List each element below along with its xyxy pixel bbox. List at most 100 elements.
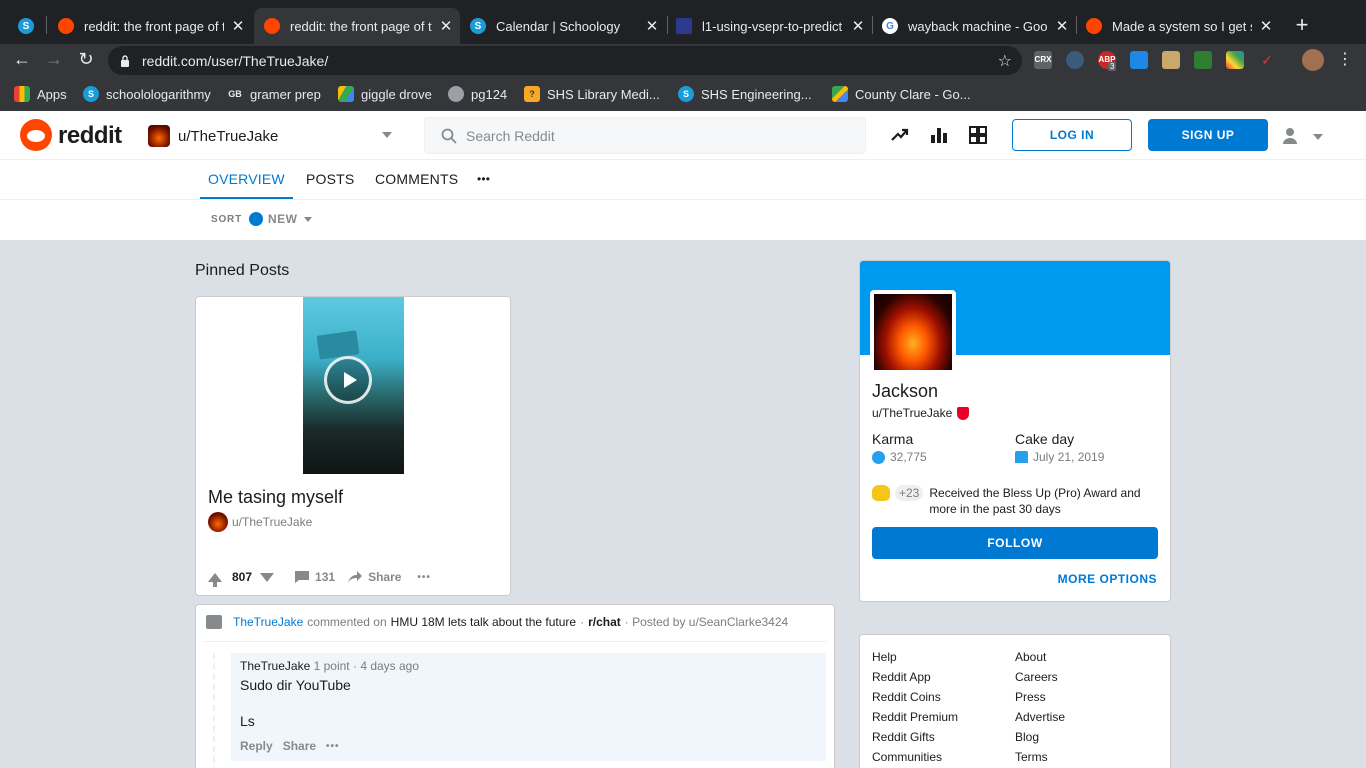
tab-comments[interactable]: COMMENTS: [375, 160, 458, 198]
link-about[interactable]: About: [1015, 650, 1046, 664]
share-button[interactable]: Share: [347, 570, 401, 584]
bookmark-apps[interactable]: Apps: [14, 86, 67, 102]
close-icon[interactable]: ✕: [1258, 17, 1274, 35]
bookmark-schoolologarithmy[interactable]: S schoolologarithmy: [83, 86, 211, 102]
thread-line[interactable]: [213, 653, 215, 768]
close-icon[interactable]: ✕: [1054, 17, 1070, 35]
awards-row[interactable]: +23 Received the Bless Up (Pro) Award an…: [872, 485, 1162, 517]
bookmark-giggle-drove[interactable]: giggle drove: [338, 86, 432, 102]
bookmark-label: gramer prep: [250, 86, 321, 102]
more-options-link[interactable]: MORE OPTIONS: [1058, 572, 1157, 586]
tab-pinned-schoology[interactable]: S: [8, 8, 48, 44]
link-careers[interactable]: Careers: [1015, 670, 1058, 684]
lock-icon: [121, 54, 129, 67]
owl-extension-icon[interactable]: [1066, 51, 1084, 69]
post-title[interactable]: Me tasing myself: [208, 487, 343, 508]
bookmark-pg124[interactable]: pg124: [448, 86, 507, 102]
address-bar[interactable]: reddit.com/user/TheTrueJake/ ☆: [108, 46, 1022, 75]
post-link[interactable]: HMU 18M lets talk about the future: [391, 615, 576, 629]
more-options-icon[interactable]: •••: [417, 572, 431, 583]
follow-button[interactable]: FOLLOW: [872, 527, 1158, 559]
close-icon[interactable]: ✕: [850, 17, 866, 35]
tab-reddit-active[interactable]: reddit: the front page of the ✕: [254, 8, 460, 44]
bookmark-shs-library[interactable]: ? SHS Library Medi...: [524, 86, 660, 102]
link-terms[interactable]: Terms: [1015, 750, 1048, 764]
tab-reddit-1[interactable]: reddit: the front page of the ✕: [48, 8, 252, 44]
leaderboard-icon[interactable]: [929, 125, 949, 145]
tab-posts[interactable]: POSTS: [306, 160, 354, 198]
profile-avatar-icon[interactable]: [1302, 49, 1324, 71]
tab-schoology-calendar[interactable]: S Calendar | Schoology ✕: [460, 8, 666, 44]
share-button[interactable]: Share: [283, 739, 316, 753]
upvote-icon[interactable]: [208, 572, 222, 582]
link-help[interactable]: Help: [872, 650, 897, 664]
comments-button[interactable]: 131: [294, 570, 335, 584]
globe-icon: [448, 86, 464, 102]
more-options-icon[interactable]: •••: [326, 741, 340, 752]
gb-icon: GB: [227, 86, 243, 102]
login-button[interactable]: LOG IN: [1012, 119, 1132, 151]
signup-button[interactable]: SIGN UP: [1148, 119, 1268, 151]
box-extension-icon[interactable]: [1162, 51, 1180, 69]
tab-vsepr[interactable]: l1-using-vsepr-to-predict ✕: [666, 8, 872, 44]
more-tabs-icon[interactable]: •••: [477, 160, 490, 198]
leaf-extension-icon[interactable]: [1194, 51, 1212, 69]
reply-button[interactable]: Reply: [240, 739, 273, 753]
bookmark-star-icon[interactable]: ☆: [998, 51, 1012, 71]
comment-icon: [206, 615, 222, 629]
commented-on-text: commented on: [307, 615, 387, 629]
post-author[interactable]: u/TheTrueJake: [208, 512, 312, 532]
link-reddit-gifts[interactable]: Reddit Gifts: [872, 730, 935, 744]
schoology-icon: S: [678, 86, 694, 102]
video-thumbnail[interactable]: [303, 297, 404, 474]
kebab-menu-icon[interactable]: ⋮: [1334, 49, 1356, 69]
close-icon[interactable]: ✕: [438, 17, 454, 35]
pencil-extension-icon[interactable]: [1130, 51, 1148, 69]
search-input[interactable]: [466, 127, 846, 144]
community-dropdown[interactable]: u/TheTrueJake: [148, 124, 398, 148]
comment-text-line: Ls: [240, 713, 255, 729]
link-communities[interactable]: Communities: [872, 750, 942, 764]
user-icon: [1283, 128, 1297, 144]
link-press[interactable]: Press: [1015, 690, 1046, 704]
bookmark-shs-engineering[interactable]: S SHS Engineering...: [678, 86, 812, 102]
trending-icon[interactable]: [890, 125, 910, 145]
play-icon[interactable]: [324, 356, 372, 404]
close-icon[interactable]: ✕: [230, 17, 246, 35]
bookmark-county-clare[interactable]: County Clare - Go...: [832, 86, 971, 102]
close-icon[interactable]: ✕: [644, 17, 660, 35]
comment-actions: Reply Share •••: [240, 739, 340, 753]
bookmark-gramer-prep[interactable]: GB gramer prep: [227, 86, 321, 102]
back-icon[interactable]: ←: [11, 49, 33, 70]
link-reddit-premium[interactable]: Reddit Premium: [872, 710, 958, 724]
downvote-icon[interactable]: [260, 572, 275, 582]
reddit-live-icon[interactable]: [968, 125, 988, 145]
award-text: Received the Bless Up (Pro) Award and mo…: [929, 486, 1141, 516]
subreddit-link[interactable]: r/chat: [588, 615, 621, 629]
color-extension-icon[interactable]: [1226, 51, 1244, 69]
profile-tabs: OVERVIEW POSTS COMMENTS •••: [0, 160, 1366, 200]
tab-reddit-system[interactable]: Made a system so I get s ✕: [1076, 8, 1280, 44]
link-advertise[interactable]: Advertise: [1015, 710, 1065, 724]
user-menu-dropdown[interactable]: [1280, 126, 1328, 146]
link-reddit-app[interactable]: Reddit App: [872, 670, 931, 684]
crx-extension-icon[interactable]: CRX: [1034, 51, 1052, 69]
sort-dropdown[interactable]: NEW: [249, 212, 312, 226]
chevron-down-icon: [303, 216, 312, 222]
link-blog[interactable]: Blog: [1015, 730, 1039, 744]
check-extension-icon[interactable]: ✓: [1258, 51, 1276, 69]
profile-username: u/TheTrueJake: [872, 406, 970, 420]
comment-author[interactable]: TheTrueJake: [240, 659, 310, 673]
commenter-link[interactable]: TheTrueJake: [233, 615, 303, 629]
link-reddit-coins[interactable]: Reddit Coins: [872, 690, 941, 704]
comment-body: TheTrueJake 1 point · 4 days ago Sudo di…: [231, 653, 826, 761]
reddit-logo-icon[interactable]: [20, 119, 52, 151]
pinned-post-card[interactable]: Me tasing myself u/TheTrueJake 807 131 S…: [195, 296, 511, 596]
forward-icon[interactable]: →: [43, 49, 65, 70]
reddit-icon: [264, 18, 280, 34]
reload-icon[interactable]: ↻: [75, 49, 97, 70]
tab-overview[interactable]: OVERVIEW: [200, 160, 293, 199]
new-tab-icon[interactable]: +: [1292, 12, 1312, 38]
reddit-wordmark[interactable]: reddit: [58, 122, 122, 150]
tab-google-wayback[interactable]: G wayback machine - Google ✕: [872, 8, 1076, 44]
